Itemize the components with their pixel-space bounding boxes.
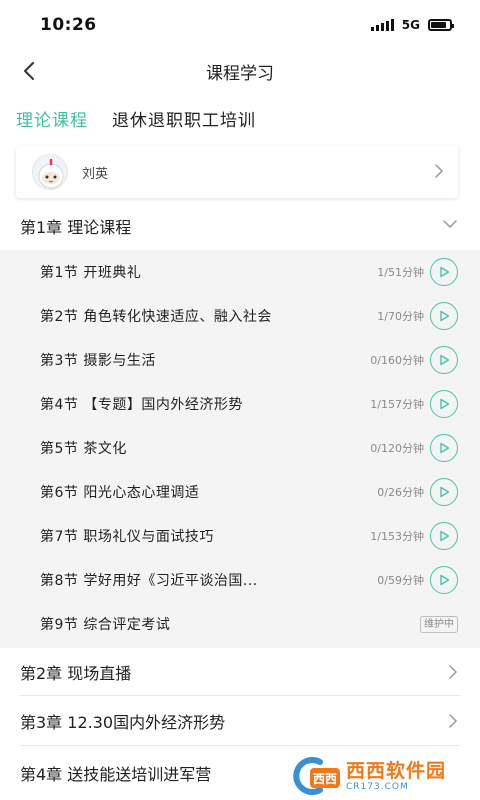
chapter-title: 第4章 送技能送培训进军营 [20,765,212,784]
avatar-icon [32,154,68,190]
play-icon [440,310,450,322]
tab-theory-course[interactable]: 理论课程 [16,106,88,131]
watermark: 西西 西西软件园 CR173.COM [290,752,480,800]
avatar-graphic [38,158,64,189]
lesson-item[interactable]: 第1节 开班典礼 1/51分钟 [0,250,480,294]
lesson-item[interactable]: 第9节 综合评定考试 维护中 [0,602,480,646]
chevron-right-icon [449,714,458,728]
lesson-title: 第2节 角色转化快速适应、融入社会 [40,309,272,325]
logo-graphic: 西西 [293,757,340,795]
lesson-duration: 0/160分钟 [370,354,424,367]
lesson-title: 第1节 开班典礼 [40,265,142,281]
battery-level [431,22,447,28]
play-button[interactable] [430,478,458,506]
chapter-2-header[interactable]: 第2章 现场直播 [0,650,480,694]
divider [20,745,460,746]
lesson-duration: 1/70分钟 [377,310,424,323]
lesson-duration: 0/26分钟 [377,486,424,499]
chevron-down-icon [443,220,457,229]
lesson-item[interactable]: 第4节 【专题】国内外经济形势 1/157分钟 [0,382,480,426]
play-button[interactable] [430,434,458,462]
play-button[interactable] [430,566,458,594]
play-icon [440,530,450,542]
lesson-title: 第7节 职场礼仪与面试技巧 [40,529,214,545]
status-bar: 10:26 5G [0,0,480,50]
lesson-item[interactable]: 第5节 茶文化 0/120分钟 [0,426,480,470]
lesson-title: 第9节 综合评定考试 [40,617,171,633]
play-icon [440,574,450,586]
lesson-title: 第4节 【专题】国内外经济形势 [40,397,243,413]
watermark-text: 西西软件园 CR173.COM [346,760,446,793]
lesson-title: 第6节 阳光心态心理调适 [40,485,200,501]
play-button[interactable] [430,522,458,550]
play-icon [440,266,450,278]
divider [20,695,460,696]
chapter-title: 第1章 理论课程 [20,218,132,237]
lesson-title: 第5节 茶文化 [40,441,127,457]
play-button[interactable] [430,390,458,418]
lesson-item[interactable]: 第3节 摄影与生活 0/160分钟 [0,338,480,382]
play-icon [440,398,450,410]
chapter-title: 第3章 12.30国内外经济形势 [20,713,226,732]
svg-text:西西: 西西 [313,772,337,786]
nav-bar: 课程学习 [0,50,480,92]
chevron-right-icon [449,665,458,679]
chapter-1-header[interactable]: 第1章 理论课程 [0,204,480,248]
chevron-left-icon [24,62,34,80]
lesson-duration: 0/120分钟 [370,442,424,455]
chapter-3-header[interactable]: 第3章 12.30国内外经济形势 [0,699,480,743]
lesson-item[interactable]: 第6节 阳光心态心理调适 0/26分钟 [0,470,480,514]
play-button[interactable] [430,302,458,330]
chevron-right-icon [435,164,444,178]
user-card[interactable]: 刘英 [16,146,458,198]
lesson-title: 第3节 摄影与生活 [40,353,156,369]
user-name: 刘英 [82,166,109,182]
status-time: 10:26 [40,15,97,35]
watermark-logo-icon: 西西 [290,756,344,796]
lesson-item[interactable]: 第7节 职场礼仪与面试技巧 1/153分钟 [0,514,480,558]
chapter-title: 第2章 现场直播 [20,664,132,683]
watermark-brand: 西西软件园 [346,759,447,782]
play-icon [440,354,450,366]
page-title: 课程学习 [206,63,274,84]
battery-icon [428,19,454,31]
signal-icon [370,19,394,31]
tab-retiree-training[interactable]: 退休退职职工培训 [112,106,256,131]
play-button[interactable] [430,346,458,374]
status-indicators: 5G [370,18,454,32]
watermark-site: CR173.COM [346,781,409,792]
lesson-duration: 1/153分钟 [370,530,424,543]
lesson-item[interactable]: 第2节 角色转化快速适应、融入社会 1/70分钟 [0,294,480,338]
play-button[interactable] [430,258,458,286]
lesson-duration: 1/157分钟 [370,398,424,411]
maintenance-badge: 维护中 [420,615,458,633]
network-label: 5G [401,18,420,32]
lesson-list: 第1节 开班典礼 1/51分钟 第2节 角色转化快速适应、融入社会 1/70分钟… [0,250,480,648]
lesson-item[interactable]: 第8节 学好用好《习近平谈治国... 0/59分钟 [0,558,480,602]
play-icon [440,486,450,498]
play-icon [440,442,450,454]
lesson-duration: 1/51分钟 [377,266,424,279]
tab-bar: 理论课程 退休退职职工培训 [0,100,480,136]
back-button[interactable] [14,56,44,86]
lesson-duration: 0/59分钟 [377,574,424,587]
lesson-title: 第8节 学好用好《习近平谈治国... [40,573,258,589]
